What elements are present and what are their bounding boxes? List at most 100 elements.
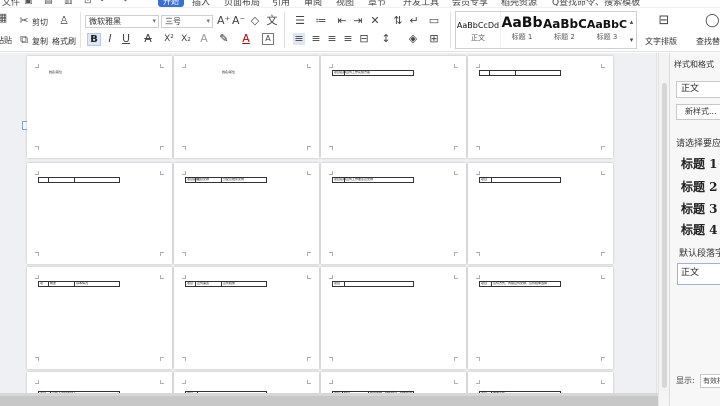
align-left-icon[interactable]: ≡	[293, 33, 305, 45]
borders-icon[interactable]: ⊞	[428, 33, 440, 45]
tab-docer[interactable]: 稻壳资源	[501, 0, 537, 7]
selected-style-normal[interactable]: 正文	[677, 263, 720, 285]
shading-icon[interactable]: ◈	[407, 33, 419, 45]
menu-file[interactable]: 文件	[2, 0, 20, 7]
page-thumbnail[interactable]	[27, 163, 172, 264]
tab-view[interactable]: 视图	[336, 0, 354, 7]
tab-developer[interactable]: 开发工具	[403, 0, 439, 7]
page-thumbnail[interactable]	[468, 56, 613, 158]
page-thumbnail[interactable]: 项目	[174, 372, 319, 393]
export-icon[interactable]: ⊡	[84, 0, 92, 6]
page-thumbnail[interactable]: 项目 宣传方式、内容宣传安排、宣传媒体选择	[468, 267, 613, 369]
style-heading-2[interactable]: AaBbC 标题 2	[543, 12, 586, 48]
text-layout-label[interactable]: 文字排版	[645, 36, 677, 47]
new-style-button[interactable]: 新样式...	[676, 104, 720, 120]
char-border-button[interactable]: A	[262, 33, 274, 45]
margin-corner-mark	[454, 146, 458, 150]
sort-icon[interactable]: ⇅	[392, 15, 404, 27]
page-thumbnail[interactable]: 项概述 基本情况	[27, 267, 172, 369]
text-layout-icon[interactable]: ⊟	[657, 14, 671, 27]
format-painter-icon[interactable]: ♙	[58, 15, 70, 27]
cut-icon[interactable]: ✂	[18, 15, 30, 27]
decrease-indent-icon[interactable]: ⇤	[336, 15, 348, 27]
style-heading-3[interactable]: AaBbC 标题 3	[586, 12, 628, 48]
style-heading-2-item[interactable]: 标题 2	[681, 178, 718, 195]
text-effect-icon[interactable]: A	[198, 33, 210, 45]
strikethrough-button[interactable]: A	[142, 33, 154, 45]
chinese-layout-icon[interactable]: ✕	[369, 15, 381, 27]
increase-indent-icon[interactable]: ⇥	[352, 15, 364, 27]
font-size-dropdown[interactable]: 三号 ▾	[161, 15, 213, 28]
page-thumbnail[interactable]: 项目	[321, 267, 466, 369]
italic-button[interactable]: I	[104, 33, 116, 45]
page-thumbnail[interactable]: 项目 宣传渠道 宣传媒体	[174, 267, 319, 369]
save-icon[interactable]: ▣	[24, 0, 33, 6]
clear-format-icon[interactable]: ◇	[249, 15, 261, 27]
show-marks-icon[interactable]: ↵	[408, 15, 420, 27]
horizontal-scrollbar[interactable]	[0, 393, 669, 406]
print-preview-icon[interactable]: ▥	[64, 0, 73, 6]
line-spacing-icon[interactable]: ↕	[380, 33, 392, 45]
tab-home[interactable]: 开始	[158, 0, 184, 7]
underline-button[interactable]: U	[120, 33, 132, 45]
style-heading-1-item[interactable]: 标题 1	[681, 155, 718, 172]
page-thumbnail[interactable]: 姓名/职位	[27, 56, 172, 158]
gallery-down-icon[interactable]: ▾	[627, 34, 636, 46]
tab-member[interactable]: 会员专享	[452, 0, 488, 7]
numbered-list-icon[interactable]: ≔	[315, 15, 327, 27]
style-normal[interactable]: AaBbCcDd 正文	[456, 12, 501, 48]
pinyin-icon[interactable]: 文	[266, 15, 278, 27]
redo-icon[interactable]: ↷	[120, 0, 128, 6]
cut-label[interactable]: 剪切	[32, 17, 48, 28]
print-icon[interactable]: ▤	[44, 0, 53, 6]
page-thumbnail[interactable]: 项目名称 宣传工作实施方案	[321, 56, 466, 158]
paste-icon[interactable]: ▦	[0, 12, 8, 24]
paste-label[interactable]: 粘贴	[0, 35, 12, 46]
document-area[interactable]: 姓名/职位 姓名/职位 项目名称 宣传工作实施方案 项目名称 组织安排 分配及统筹安排 项目名…	[0, 53, 656, 393]
highlight-icon[interactable]: ✎	[218, 33, 230, 45]
tab-references[interactable]: 引用	[272, 0, 290, 7]
page-thumbnail[interactable]: 项目	[468, 163, 613, 264]
show-dropdown[interactable]: 有效样式	[700, 374, 720, 388]
margin-corner-mark	[454, 357, 458, 361]
find-icon[interactable]: ◯	[705, 14, 720, 27]
style-heading-3-item[interactable]: 标题 3	[681, 200, 718, 217]
current-style-box[interactable]: 正文	[676, 81, 720, 98]
gallery-up-icon[interactable]: ▴	[627, 16, 636, 28]
table-grid-icon[interactable]: ▭	[428, 15, 440, 27]
style-heading-4-item[interactable]: 标题 4	[681, 221, 718, 238]
grow-font-icon[interactable]: A⁺	[217, 15, 230, 27]
distributed-icon[interactable]: ⊟	[358, 33, 370, 45]
format-painter-label[interactable]: 格式刷	[52, 36, 76, 47]
superscript-button[interactable]: X²	[163, 33, 175, 45]
bold-button[interactable]: B	[87, 33, 101, 46]
copy-label[interactable]: 复制	[32, 36, 48, 47]
style-heading-1[interactable]: AaBb 标题 1	[501, 12, 543, 48]
page-thumbnail[interactable]: 项目名称 组织安排 分配及统筹安排	[174, 163, 319, 264]
page-thumbnail[interactable]: 项目 宣传人员配置分工	[27, 372, 172, 393]
tab-chapter[interactable]: 章节	[368, 0, 386, 7]
tab-insert[interactable]: 插入	[192, 0, 210, 7]
subscript-button[interactable]: X₂	[180, 33, 192, 45]
vertical-scrollbar[interactable]	[658, 53, 669, 393]
scrollbar-thumb[interactable]	[662, 83, 667, 388]
page-thumbnail[interactable]: 姓名/职位	[174, 56, 319, 158]
margin-corner-mark	[601, 275, 605, 279]
justify-icon[interactable]: ≡	[342, 33, 354, 45]
shrink-font-icon[interactable]: A⁻	[232, 15, 245, 27]
page-thumbnail[interactable]: 项目名称 宣传工作要点及安排	[321, 163, 466, 264]
page-thumbnail[interactable]: 项目 预算 费用明细、财务预算、经费使用	[321, 372, 466, 393]
undo-icon[interactable]: ↶	[100, 0, 108, 6]
bullet-list-icon[interactable]: ☰	[294, 15, 306, 27]
default-paragraph-font-item[interactable]: 默认段落字体	[679, 246, 720, 259]
tab-review[interactable]: 审阅	[304, 0, 322, 7]
copy-icon[interactable]: ⧉	[18, 34, 30, 46]
page-thumbnail[interactable]: 项目 效果评估	[468, 372, 613, 393]
font-name-dropdown[interactable]: 微软雅黑 ▾	[85, 15, 159, 28]
find-replace-label[interactable]: 查找替换	[696, 36, 720, 47]
align-center-icon[interactable]: ≡	[310, 33, 322, 45]
command-search[interactable]: Q查找命令、搜索模板	[552, 0, 640, 7]
align-right-icon[interactable]: ≡	[326, 33, 338, 45]
tab-page-layout[interactable]: 页面布局	[224, 0, 260, 7]
font-color-button[interactable]: A	[240, 33, 252, 45]
